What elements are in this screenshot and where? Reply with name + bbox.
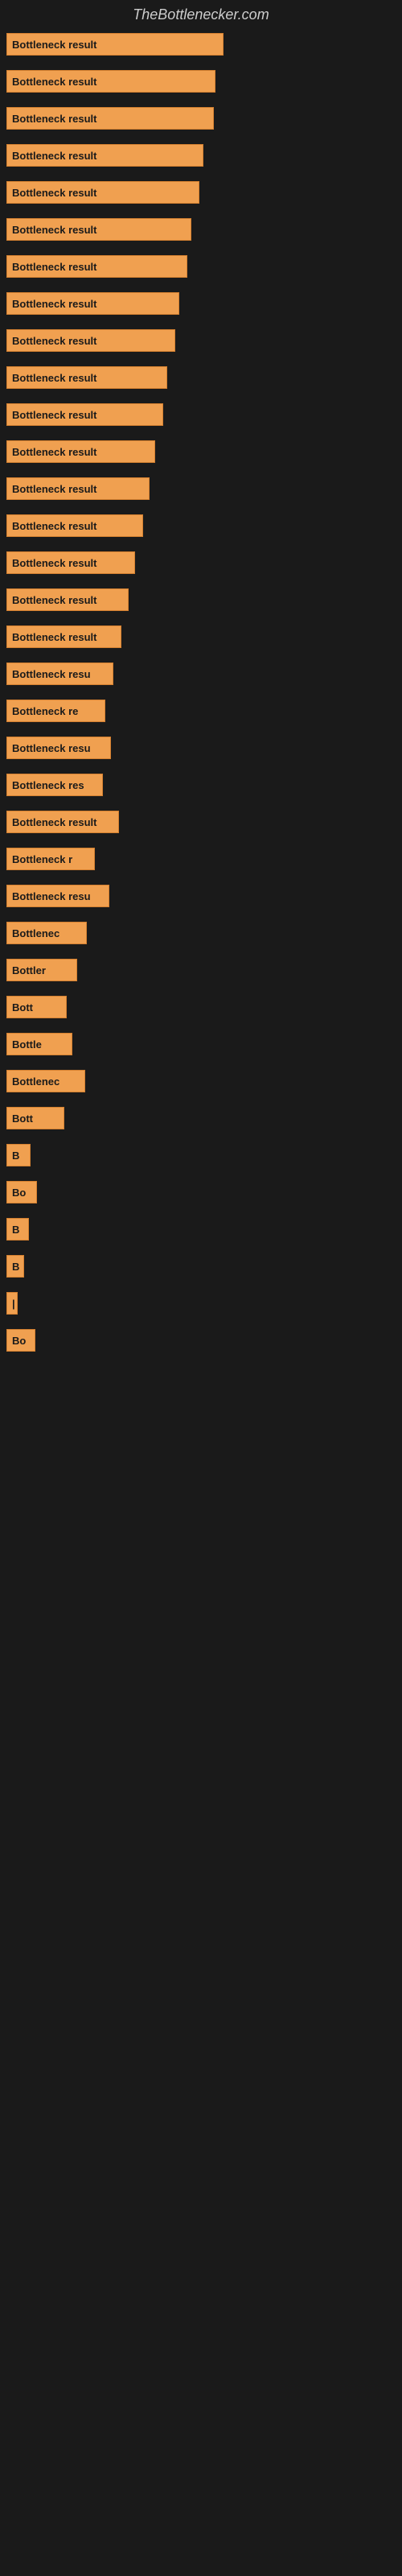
bottleneck-label: Bottleneck result [12,409,96,421]
bottleneck-label: B [12,1261,19,1273]
list-item: Bottleneck result [6,70,402,93]
bottleneck-label: Bottle [12,1038,42,1051]
bottleneck-label: Bottleneck result [12,372,96,384]
bottleneck-label: Bottleneck result [12,557,96,569]
list-item: Bo [6,1329,402,1352]
list-item: Bott [6,1107,402,1129]
bottleneck-label: Bottleneck result [12,594,96,606]
list-item: Bottleneck result [6,366,402,389]
bottleneck-label: Bottleneck result [12,261,96,273]
list-item: Bott [6,996,402,1018]
bottleneck-label: Bo [12,1187,26,1199]
list-item: Bottleneck resu [6,885,402,907]
list-item: | [6,1292,402,1315]
list-item: Bottleneck result [6,514,402,537]
list-item: Bottleneck result [6,551,402,574]
list-item: Bottleneck result [6,255,402,278]
bottleneck-label: Bottleneck result [12,298,96,310]
bottleneck-label: Bottleneck r [12,853,72,865]
bottleneck-label: Bottleneck result [12,446,96,458]
bottleneck-label: B [12,1224,19,1236]
list-item: Bottler [6,959,402,981]
list-item: Bottleneck result [6,107,402,130]
bottleneck-label: Bottleneck result [12,76,96,88]
list-item: Bottleneck result [6,329,402,352]
bottleneck-label: Bottleneck result [12,816,96,828]
bottleneck-label: Bottleneck result [12,631,96,643]
list-item: Bottleneck result [6,144,402,167]
bottleneck-label: Bott [12,1113,33,1125]
list-item: Bottlenec [6,922,402,944]
list-item: B [6,1255,402,1278]
list-item: Bottleneck result [6,811,402,833]
list-item: Bottleneck r [6,848,402,870]
list-item: Bottleneck result [6,292,402,315]
bottleneck-label: Bottleneck resu [12,742,91,754]
bottleneck-label: Bottleneck resu [12,890,91,902]
bottleneck-label: Bottleneck result [12,483,96,495]
list-item: Bottleneck re [6,700,402,722]
list-item: Bottleneck result [6,477,402,500]
bottleneck-label: Bottler [12,964,46,976]
list-item: Bottleneck result [6,403,402,426]
bottleneck-label: | [12,1298,15,1310]
list-item: Bottleneck resu [6,737,402,759]
bottleneck-label: Bottleneck result [12,39,96,51]
list-item: Bottleneck result [6,33,402,56]
bottleneck-label: Bottleneck result [12,224,96,236]
bottleneck-label: Bottlenec [12,1075,59,1088]
bottleneck-label: Bottleneck re [12,705,78,717]
list-item: Bottleneck result [6,440,402,463]
list-item: Bottlenec [6,1070,402,1092]
bottleneck-label: Bottleneck result [12,520,96,532]
list-item: Bottleneck result [6,218,402,241]
bottleneck-label: Bottleneck result [12,187,96,199]
list-item: B [6,1144,402,1166]
bottleneck-label: Bottleneck resu [12,668,91,680]
list-item: Bottleneck res [6,774,402,796]
list-item: Bottleneck resu [6,663,402,685]
list-item: Bo [6,1181,402,1203]
list-item: Bottleneck result [6,588,402,611]
bottleneck-label: Bottlenec [12,927,59,939]
site-title: TheBottlenecker.com [0,0,402,33]
bottleneck-label: Bottleneck result [12,113,96,125]
bottleneck-label: Bottleneck res [12,779,84,791]
list-item: B [6,1218,402,1241]
list-item: Bottleneck result [6,625,402,648]
bottleneck-label: Bott [12,1001,33,1013]
bottleneck-label: B [12,1150,19,1162]
bottleneck-label: Bottleneck result [12,150,96,162]
list-item: Bottleneck result [6,181,402,204]
bottleneck-label: Bottleneck result [12,335,96,347]
bottleneck-label: Bo [12,1335,26,1347]
list-item: Bottle [6,1033,402,1055]
